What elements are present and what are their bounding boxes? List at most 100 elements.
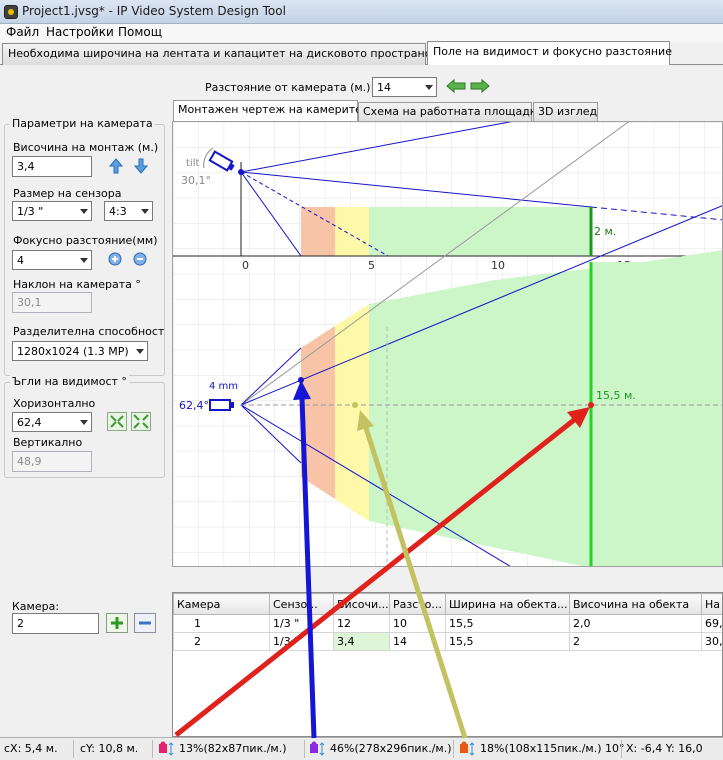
fov-horizontal-value: 62,4 [17, 416, 42, 429]
tab-fov-focal[interactable]: Поле на видимост и фокусно разстояние [427, 41, 672, 65]
remove-camera-icon[interactable] [134, 613, 156, 633]
tab-site-plan[interactable]: Схема на работната площадка [358, 102, 543, 122]
fov-horizontal-select[interactable]: 62,4 [12, 412, 92, 432]
top-zone-red [301, 326, 335, 499]
table-cell[interactable]: 69, [701, 614, 722, 633]
green-forward-arrow-icon[interactable] [470, 79, 490, 93]
tab-bandwidth-storage[interactable]: Необходима широчина на лентата и капацит… [2, 43, 450, 65]
status-coords: X: -6,4 Y: 16,0 [626, 742, 703, 755]
camera-select-input[interactable]: 2 [12, 613, 99, 634]
status-zone2: 46%(278x296пик./м.) [330, 742, 452, 755]
table-cell[interactable]: 12 [333, 614, 390, 633]
top-zone-green-tail [591, 262, 722, 566]
top-angle-label: 62,4° [179, 399, 209, 412]
camera-params-title: Параметри на камерата [10, 117, 155, 130]
height-label: 2 м. [594, 225, 616, 238]
side-camera-point [238, 169, 244, 175]
col-object-width[interactable]: Ширина на обекта... [445, 593, 570, 615]
table-cell[interactable]: 10 [389, 614, 446, 633]
person-purple-icon [310, 741, 325, 756]
focal-mm-label: 4 mm [209, 381, 238, 392]
width-label: 15,5 м. [596, 389, 636, 402]
red-point [588, 402, 594, 408]
focal-select[interactable]: 4 [12, 250, 92, 270]
down-arrow-icon[interactable] [134, 158, 148, 174]
col-camera[interactable]: Камера [173, 593, 270, 615]
side-zone-red [301, 207, 335, 256]
app-camera-icon [4, 5, 18, 19]
table-cell[interactable]: 2 [173, 632, 270, 651]
distance-select[interactable]: 14 [372, 77, 437, 97]
menu-settings[interactable]: Настройки [46, 25, 114, 39]
blue-point [298, 377, 304, 383]
table-cell[interactable]: 1/3 " [269, 614, 334, 633]
olive-point [352, 402, 358, 408]
focal-label: Фокусно разстояние(мм) [13, 234, 158, 247]
mount-height-input[interactable]: 3,4 [12, 156, 92, 177]
camera-select-label: Камера: [12, 600, 60, 613]
mount-height-label: Височина на монтаж (м.) [13, 141, 159, 154]
fov-title: Ъгли на видимост ° [10, 375, 129, 388]
table-cell[interactable]: 15,5 [445, 614, 570, 633]
table-cell[interactable]: 1 [173, 614, 270, 633]
green-back-arrow-icon[interactable] [446, 79, 466, 93]
col-object-height[interactable]: Височина на обекта [569, 593, 702, 615]
tick-5: 5 [368, 259, 375, 272]
resolution-select[interactable]: 1280x1024 (1.3 MP) [12, 341, 148, 361]
drawing-svg[interactable]: tilt 30,1° 2 м. 0 5 10 15 4 mm 62,4° 15,… [173, 122, 723, 567]
main-tab-strip: Необходима широчина на лентата и капацит… [0, 41, 723, 65]
tick-0: 0 [242, 259, 249, 272]
fov-vertical-input[interactable]: 48,9 [12, 451, 92, 472]
focal-value: 4 [17, 254, 24, 267]
drawing-canvas[interactable]: tilt 30,1° 2 м. 0 5 10 15 4 mm 62,4° 15,… [172, 121, 723, 567]
resolution-value: 1280x1024 (1.3 MP) [17, 345, 129, 358]
top-zone-yellow [335, 304, 369, 521]
table-row[interactable]: 1 1/3 " 12 10 15,5 2,0 69, [173, 614, 722, 633]
menu-help[interactable]: Помощ [118, 25, 162, 39]
resolution-label: Разделителна способност [13, 325, 165, 338]
distance-value: 14 [377, 81, 391, 94]
focal-minus-icon[interactable] [133, 252, 147, 266]
fov-shrink-icon[interactable] [131, 412, 151, 431]
col-height[interactable]: Височи... [333, 593, 390, 615]
status-cx: cX: 5,4 м. [4, 742, 58, 755]
table-cell[interactable]: 3,4 [333, 632, 390, 651]
person-orange-icon [460, 741, 475, 756]
status-zone1: 13%(82x87пик./м.) [179, 742, 287, 755]
table-cell[interactable]: 15,5 [445, 632, 570, 651]
tab-mounting-drawing[interactable]: Монтажен чертеж на камерите [173, 100, 362, 122]
col-more[interactable]: На [701, 593, 722, 615]
col-sensor[interactable]: Сензо... [269, 593, 334, 615]
sensor-label: Размер на сензора [13, 187, 122, 200]
table-cell[interactable]: 2,0 [569, 614, 702, 633]
up-arrow-icon[interactable] [109, 158, 123, 174]
table-cell[interactable]: 1/3 " [269, 632, 334, 651]
title-bar: Project1.jvsg* - IP Video System Design … [0, 0, 723, 24]
person-red-icon [159, 741, 174, 756]
table-cell[interactable]: 14 [389, 632, 446, 651]
sensor-select[interactable]: 1/3 " [12, 201, 92, 221]
menu-file[interactable]: Файл [6, 25, 39, 39]
fov-horizontal-label: Хоризонтално [13, 397, 96, 410]
table-cell[interactable]: 2 [569, 632, 702, 651]
add-camera-icon[interactable] [106, 613, 128, 633]
table-row[interactable]: 2 1/3 " 3,4 14 15,5 2 30, [173, 632, 722, 651]
tab-3d-view[interactable]: 3D изглед [533, 102, 598, 122]
tilt-input[interactable]: 30,1 [12, 292, 92, 313]
fov-expand-icon[interactable] [107, 412, 127, 431]
tilt-text: tilt [186, 158, 199, 169]
tilt-angle-text: 30,1° [181, 174, 211, 187]
fov-vertical-label: Вертикално [13, 436, 83, 449]
side-zone-green [369, 207, 591, 256]
table-cell[interactable]: 30, [701, 632, 722, 651]
col-distance[interactable]: Разсто... [389, 593, 446, 615]
status-cy: cY: 10,8 м. [80, 742, 139, 755]
aspect-select[interactable]: 4:3 [104, 201, 153, 221]
cameras-table: Камера Сензо... Височи... Разсто... Шири… [172, 592, 723, 737]
top-camera-lens [230, 402, 234, 408]
side-zone-yellow [335, 207, 369, 256]
tick-10: 10 [491, 259, 505, 272]
status-bar: cX: 5,4 м. cY: 10,8 м. 13%(82x87пик./м.)… [0, 737, 723, 760]
window-title: Project1.jvsg* - IP Video System Design … [22, 4, 286, 18]
focal-plus-icon[interactable] [108, 252, 122, 266]
